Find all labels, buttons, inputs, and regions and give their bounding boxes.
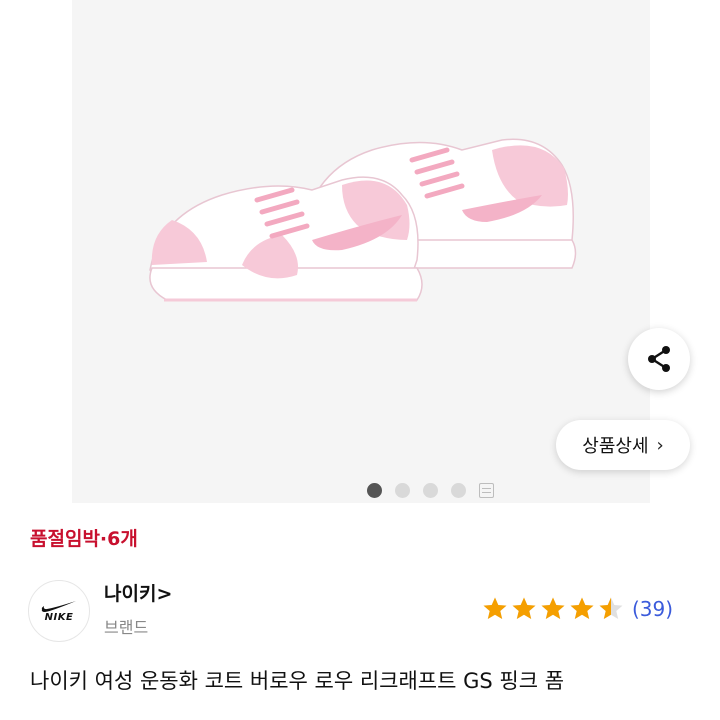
brand-logo[interactable]: NIKE [28,580,90,642]
star-icon [541,597,565,619]
pagination-dot[interactable] [395,482,410,498]
rating[interactable]: (39) [482,596,673,622]
star-icon [570,597,594,619]
stock-status: 품절임박·6개 [30,528,138,550]
brand-label: 브랜드 [104,618,149,637]
image-pagination[interactable] [367,481,494,499]
swoosh-icon [41,601,76,612]
product-title: 나이키 여성 운동화 코트 버로우 로우 리크래프트 GS 핑크 폼 [30,669,565,693]
more-images-icon[interactable] [479,482,494,498]
star-icon [483,597,507,619]
pagination-dot[interactable] [367,482,382,498]
pagination-dot[interactable] [423,482,438,498]
brand-link[interactable]: 나이키> [104,579,172,606]
pagination-dot[interactable] [451,482,466,498]
star-icon [512,597,536,619]
product-detail-label: 상품상세 [582,436,649,457]
review-count[interactable]: (39) [632,597,673,621]
brand-logo-text: NIKE [44,612,74,623]
star-icon [599,597,623,619]
star-rating [482,596,624,622]
share-button[interactable] [628,328,690,390]
chevron-right-icon: › [656,434,664,456]
share-icon [648,346,670,372]
product-detail-button[interactable]: 상품상세 › [556,420,690,470]
